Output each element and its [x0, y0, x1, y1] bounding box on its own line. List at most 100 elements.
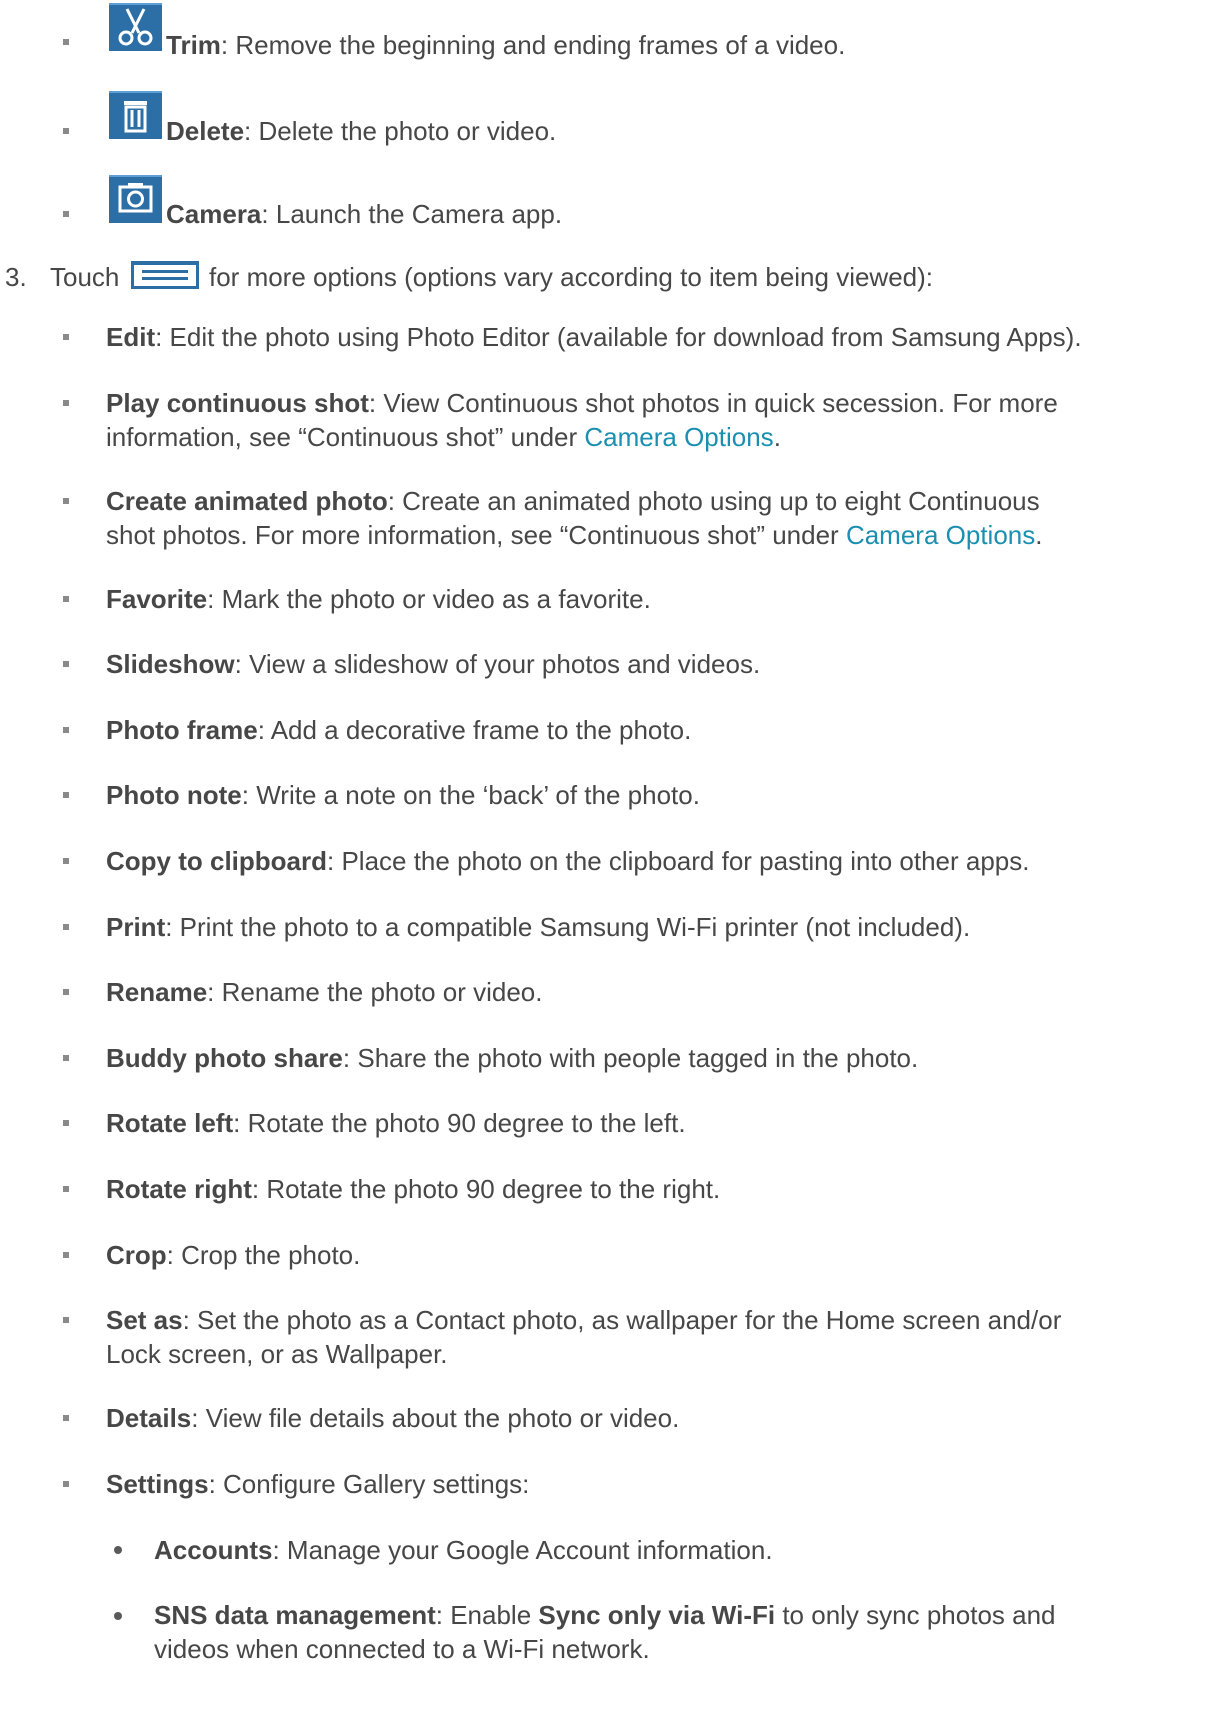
list-item-text-line2: information, see “Continuous shot” under…	[106, 419, 781, 455]
bullet	[114, 1546, 122, 1554]
term: Set as	[106, 1305, 183, 1335]
term-sync-only-via-wifi: Sync only via Wi-Fi	[538, 1600, 776, 1630]
punctuation: .	[773, 422, 781, 452]
term: Create animated photo	[106, 486, 388, 516]
description: : Manage your Google Account information…	[272, 1535, 773, 1565]
description: : Write a note on the ‘back’ of the phot…	[241, 780, 700, 810]
bullet	[63, 596, 69, 602]
term: Delete	[166, 116, 245, 146]
description: : Mark the photo or video as a favorite.	[207, 584, 651, 614]
camera-options-link[interactable]: Camera Options	[846, 520, 1035, 550]
term: Trim	[166, 30, 221, 60]
term: Copy to clipboard	[106, 846, 327, 876]
bullet	[63, 924, 69, 930]
bullet	[63, 1415, 69, 1421]
description: : Share the photo with people tagged in …	[342, 1043, 919, 1073]
list-item-text: Slideshow: View a slideshow of your phot…	[106, 646, 760, 682]
term: Rotate right	[106, 1174, 252, 1204]
icon-item-text: Camera: Launch the Camera app.	[166, 196, 562, 232]
bullet	[63, 661, 69, 667]
term: Play continuous shot	[106, 388, 369, 418]
term: Crop	[106, 1240, 167, 1270]
bullet	[63, 39, 69, 45]
description: : Delete the photo or video.	[244, 116, 557, 146]
term: Edit	[106, 322, 156, 352]
description: information, see “Continuous shot” under	[106, 422, 585, 452]
list-item-text-line2: videos when connected to a Wi-Fi network…	[154, 1631, 650, 1667]
bullet	[63, 334, 69, 340]
description: : View Continuous shot photos in quick s…	[368, 388, 1058, 418]
bullet	[63, 1317, 69, 1323]
description: : Rotate the photo 90 degree to the righ…	[251, 1174, 721, 1204]
list-item-text: Photo note: Write a note on the ‘back’ o…	[106, 777, 700, 813]
list-item-text: Crop: Crop the photo.	[106, 1237, 360, 1273]
bullet	[63, 1055, 69, 1061]
punctuation: .	[1035, 520, 1043, 550]
trash-icon	[109, 91, 162, 139]
list-item-text: Print: Print the photo to a compatible S…	[106, 909, 970, 945]
term: Details	[106, 1403, 192, 1433]
list-item-text: Copy to clipboard: Place the photo on th…	[106, 843, 1029, 879]
icon-item-text: Delete: Delete the photo or video.	[166, 113, 556, 149]
list-item-text: Photo frame: Add a decorative frame to t…	[106, 712, 691, 748]
term: Photo frame	[106, 715, 258, 745]
description: to only sync photos and	[775, 1600, 1056, 1630]
description: : Set the photo as a Contact photo, as w…	[182, 1305, 1062, 1335]
description: : Create an animated photo using up to e…	[387, 486, 1040, 516]
description: : View file details about the photo or v…	[191, 1403, 680, 1433]
list-item-text: Create animated photo: Create an animate…	[106, 483, 1040, 519]
description: Lock screen, or as Wallpaper.	[106, 1339, 448, 1369]
term: Accounts	[154, 1535, 273, 1565]
description: : Edit the photo using Photo Editor (ava…	[155, 322, 1082, 352]
list-item-text-line2: shot photos. For more information, see “…	[106, 517, 1042, 553]
bullet	[63, 792, 69, 798]
step-text-before: Touch	[50, 262, 120, 292]
scissors-icon	[109, 3, 162, 51]
description: : Place the photo on the clipboard for p…	[327, 846, 1030, 876]
description: : Configure Gallery settings:	[208, 1469, 530, 1499]
term: Buddy photo share	[106, 1043, 343, 1073]
description: : View a slideshow of your photos and vi…	[234, 649, 761, 679]
camera-options-link[interactable]: Camera Options	[584, 422, 773, 452]
camera-icon	[109, 175, 162, 223]
bullet	[63, 1186, 69, 1192]
list-item-text: Play continuous shot: View Continuous sh…	[106, 385, 1058, 421]
document-page: Trim: Remove the beginning and ending fr…	[0, 0, 1215, 1711]
description: : Enable	[435, 1600, 539, 1630]
bullet	[63, 727, 69, 733]
list-item-text: Rename: Rename the photo or video.	[106, 974, 542, 1010]
description: : Rename the photo or video.	[207, 977, 543, 1007]
list-item-text: Favorite: Mark the photo or video as a f…	[106, 581, 651, 617]
step-number: 3.	[5, 262, 27, 292]
term: Print	[106, 912, 166, 942]
step-text-after: for more options (options vary according…	[209, 262, 934, 292]
list-item-text: Buddy photo share: Share the photo with …	[106, 1040, 918, 1076]
bullet	[63, 128, 69, 134]
list-item-text: Details: View file details about the pho…	[106, 1400, 679, 1436]
description: shot photos. For more information, see “…	[106, 520, 846, 550]
description: : Add a decorative frame to the photo.	[257, 715, 692, 745]
bullet	[63, 211, 69, 217]
bullet	[114, 1612, 122, 1620]
bullet	[63, 989, 69, 995]
bullet	[63, 498, 69, 504]
term: Rename	[106, 977, 208, 1007]
bullet	[63, 1481, 69, 1487]
list-item-text: Edit: Edit the photo using Photo Editor …	[106, 319, 1082, 355]
list-item-text-line2: Lock screen, or as Wallpaper.	[106, 1336, 448, 1372]
term: Photo note	[106, 780, 242, 810]
list-item-text: Rotate left: Rotate the photo 90 degree …	[106, 1105, 686, 1141]
description: : Crop the photo.	[166, 1240, 361, 1270]
description: videos when connected to a Wi-Fi network…	[154, 1634, 650, 1664]
icon-item-text: Trim: Remove the beginning and ending fr…	[166, 27, 845, 63]
list-item-text: Rotate right: Rotate the photo 90 degree…	[106, 1171, 720, 1207]
description: : Launch the Camera app.	[261, 199, 563, 229]
bullet	[63, 858, 69, 864]
bullet	[63, 400, 69, 406]
term: SNS data management	[154, 1600, 436, 1630]
description: : Remove the beginning and ending frames…	[220, 30, 846, 60]
list-item-text: Set as: Set the photo as a Contact photo…	[106, 1302, 1061, 1338]
term: Settings	[106, 1469, 209, 1499]
description: : Print the photo to a compatible Samsun…	[165, 912, 971, 942]
bullet	[63, 1120, 69, 1126]
